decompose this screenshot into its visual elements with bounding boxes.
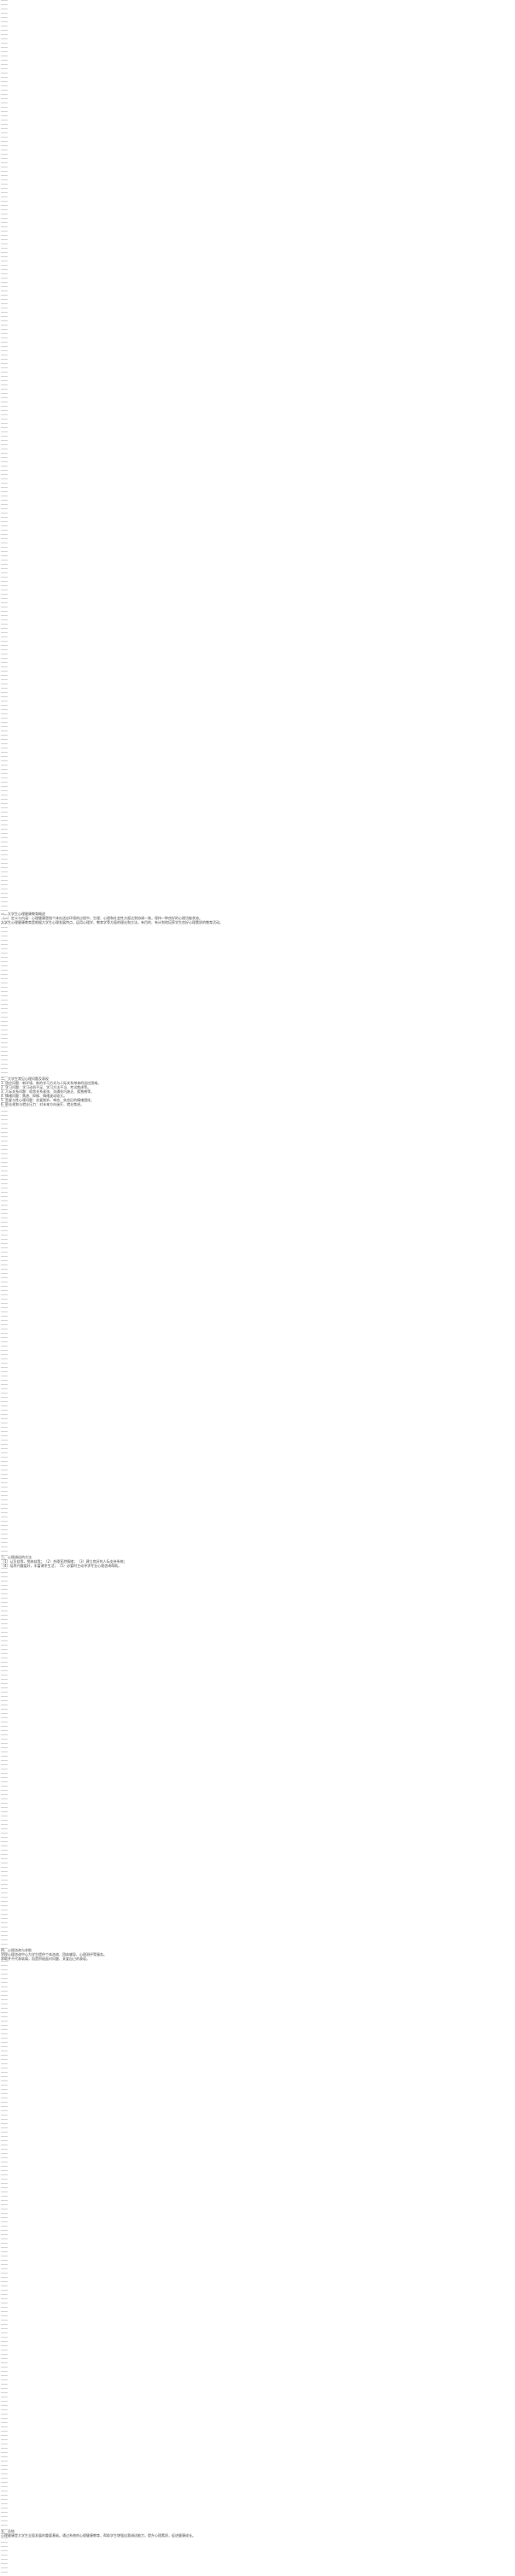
document-page: 一、大学生心理健康教育概述 （一）定义与内涵：心理健康是指个体在适应环境的过程中… [0,0,515,2576]
list-item: 6. 职业规划与就业压力：对未来方向迷茫、就业焦虑。 [1,1102,85,1106]
paragraph-line: （4）培养兴趣爱好，丰富课余生活；（5）必要时主动寻求专业心理咨询帮助。 [1,1564,122,1568]
paragraph-line: 大学生心理健康教育是根据大学生心理发展特点，运用心理学、教育学等方面的理论和方法… [1,920,223,924]
blank-line-marks [1,0,8,2576]
paragraph-line: 心理健康是大学生全面发展的重要基础。通过系统的心理健康教育，帮助学生增强自我调适… [1,2533,196,2538]
paragraph-line: 求助并不代表软弱，而是积极面对问题、关爱自己的表现。 [1,1957,90,1961]
